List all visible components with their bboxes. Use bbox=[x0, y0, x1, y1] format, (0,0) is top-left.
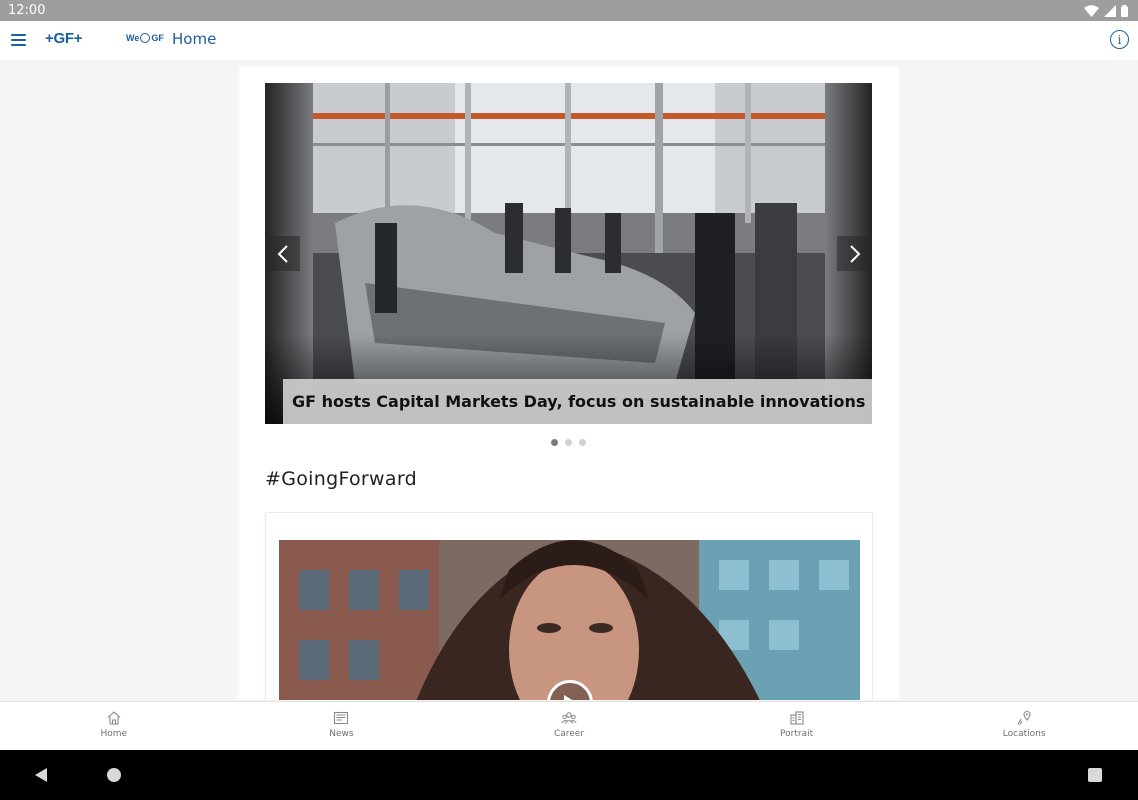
slide-caption[interactable]: GF hosts Capital Markets Day, focus on s… bbox=[283, 379, 872, 424]
carousel-prev-button[interactable] bbox=[265, 236, 300, 271]
slide-image bbox=[265, 83, 872, 424]
back-icon[interactable] bbox=[34, 767, 48, 783]
chevron-left-icon bbox=[277, 244, 288, 263]
gf-logo: +GF+ bbox=[45, 30, 83, 47]
home-button-icon[interactable] bbox=[107, 768, 121, 782]
nav-label: Locations bbox=[1002, 729, 1046, 739]
video-thumbnail[interactable] bbox=[279, 540, 860, 700]
we-gf-logo-right: GF bbox=[151, 33, 164, 43]
bottom-navigation: Home News Career Portrait Locations bbox=[0, 701, 1138, 750]
nav-item-career[interactable]: Career bbox=[455, 702, 683, 750]
nav-label: Career bbox=[553, 729, 585, 739]
wifi-icon bbox=[1084, 4, 1099, 17]
section-heading: #GoingForward bbox=[265, 468, 417, 490]
we-gf-logo-left: We bbox=[126, 33, 140, 43]
nav-item-portrait[interactable]: Portrait bbox=[683, 702, 911, 750]
carousel-next-button[interactable] bbox=[837, 236, 872, 271]
nav-label: Home bbox=[100, 729, 128, 739]
main-content: GF hosts Capital Markets Day, focus on s… bbox=[239, 67, 899, 700]
home-icon bbox=[107, 711, 121, 725]
signal-icon bbox=[1104, 4, 1116, 17]
video-card[interactable] bbox=[265, 512, 873, 700]
career-icon bbox=[561, 712, 577, 724]
nav-item-news[interactable]: News bbox=[228, 702, 456, 750]
recent-apps-icon[interactable] bbox=[1088, 768, 1102, 782]
we-gf-logo: We GF bbox=[126, 33, 164, 43]
page-title: Home bbox=[172, 30, 217, 48]
system-navigation-bar bbox=[0, 750, 1138, 800]
menu-icon[interactable] bbox=[11, 34, 26, 46]
carousel-dot[interactable] bbox=[551, 439, 558, 446]
status-icons bbox=[1084, 4, 1128, 17]
status-time: 12:00 bbox=[8, 3, 46, 18]
carousel-dot[interactable] bbox=[565, 439, 572, 446]
app-bar: +GF+ We GF Home i bbox=[0, 21, 1138, 60]
carousel-pagination bbox=[551, 439, 586, 446]
nav-label: Portrait bbox=[780, 729, 814, 739]
location-icon bbox=[1017, 710, 1031, 725]
ring-icon bbox=[140, 33, 151, 43]
nav-label: News bbox=[329, 729, 354, 739]
info-icon[interactable]: i bbox=[1110, 30, 1129, 49]
nav-item-locations[interactable]: Locations bbox=[910, 702, 1138, 750]
video-image bbox=[279, 540, 860, 700]
carousel-dot[interactable] bbox=[579, 439, 586, 446]
news-carousel[interactable]: GF hosts Capital Markets Day, focus on s… bbox=[265, 83, 872, 424]
battery-icon bbox=[1121, 4, 1128, 17]
nav-item-home[interactable]: Home bbox=[0, 702, 228, 750]
play-icon bbox=[564, 695, 573, 700]
status-bar: 12:00 bbox=[0, 0, 1138, 21]
portrait-icon bbox=[790, 711, 804, 725]
news-icon bbox=[334, 711, 349, 725]
chevron-right-icon bbox=[849, 244, 860, 263]
